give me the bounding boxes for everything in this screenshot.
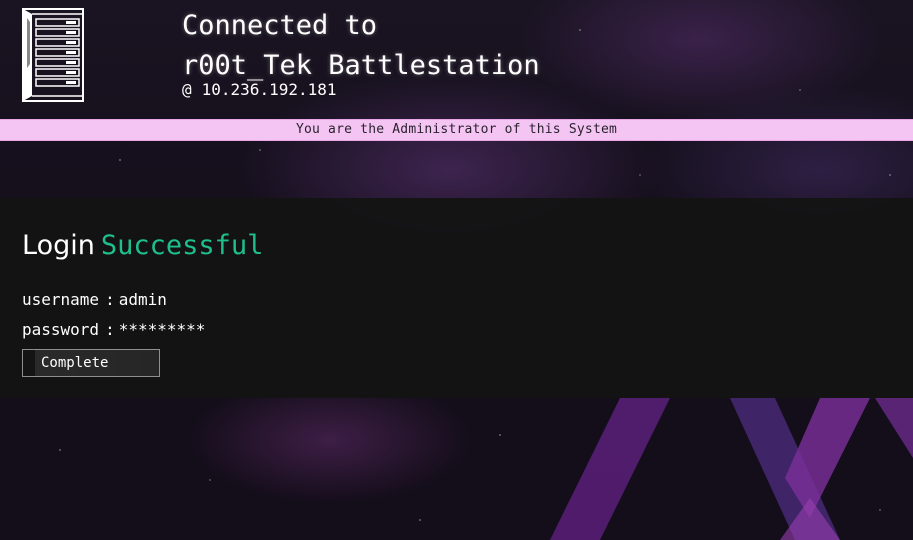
password-value: ********* bbox=[118, 320, 206, 339]
password-row: password: ********* bbox=[22, 319, 205, 341]
username-value: admin bbox=[118, 290, 167, 309]
login-word: Login bbox=[22, 230, 95, 261]
ip-address: 10.236.192.181 bbox=[201, 80, 337, 99]
login-status: Successful bbox=[100, 230, 264, 261]
server-rack-icon bbox=[22, 8, 84, 102]
username-row: username: admin bbox=[22, 289, 167, 311]
username-separator: : bbox=[105, 290, 115, 309]
background-triangles bbox=[550, 398, 913, 540]
username-label: username bbox=[22, 290, 100, 309]
complete-button[interactable]: Complete bbox=[22, 349, 160, 377]
administrator-banner-text: You are the Administrator of this System bbox=[295, 122, 618, 137]
administrator-banner: You are the Administrator of this System bbox=[0, 119, 913, 141]
login-panel: Login Successful username: admin password:… bbox=[0, 198, 913, 398]
ip-address-line: @10.236.192.181 bbox=[182, 80, 337, 99]
at-symbol: @ bbox=[182, 80, 192, 99]
connection-title: Connected to r00t_Tek Battlestation bbox=[182, 6, 540, 86]
login-heading: Login Successful bbox=[22, 228, 263, 264]
password-separator: : bbox=[105, 320, 115, 339]
connected-to-text: Connected to bbox=[182, 10, 378, 41]
password-label: password bbox=[22, 320, 100, 339]
